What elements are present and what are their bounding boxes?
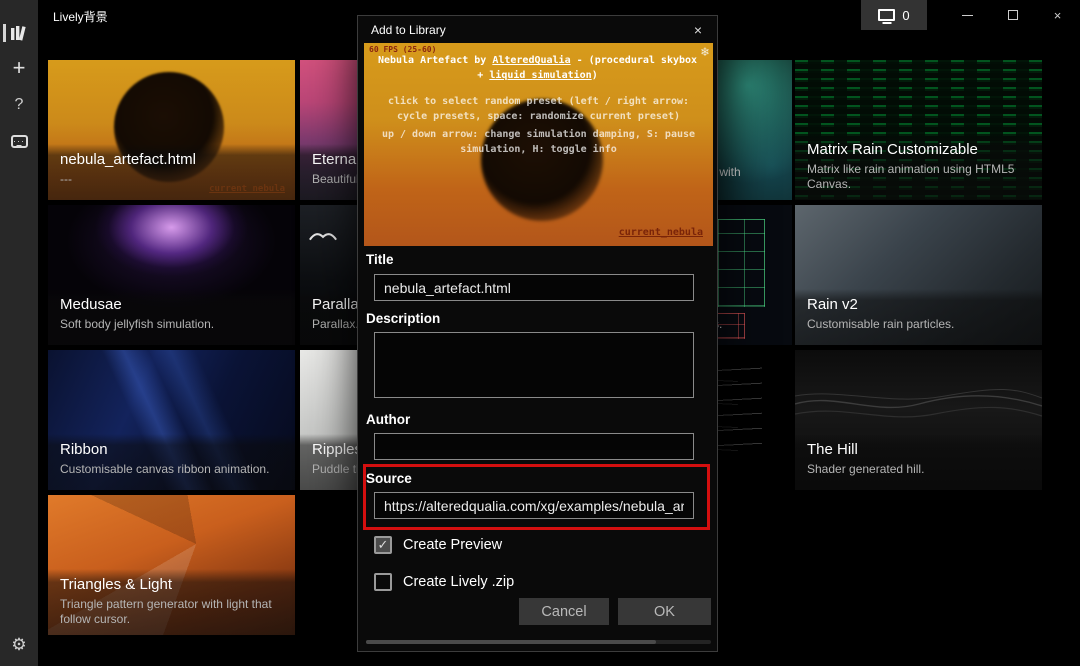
dialog-title: Add to Library [371,23,446,37]
display-selector-button[interactable]: 0 [861,0,927,30]
sidebar-item-settings[interactable]: ⚙ [0,630,38,660]
bird-icon [308,227,338,243]
tile-title: nebula_artefact.html [60,151,283,168]
wallpaper-tile-the-hill[interactable]: The Hill Shader generated hill. [795,350,1042,490]
fps-counter: 60 FPS (25-60) [369,45,436,54]
add-to-library-dialog: Add to Library × 60 FPS (25-60) ❄ Nebula… [357,15,718,652]
close-window-button[interactable]: × [1035,0,1080,30]
horizontal-scrollbar-thumb[interactable] [366,640,656,644]
tile-caption: Medusae Soft body jellyfish simulation. [48,289,295,345]
alteredqualia-link[interactable]: AlteredQualia [492,55,570,66]
wallpaper-tile-matrix-rain[interactable]: Matrix Rain Customizable Matrix like rai… [795,60,1042,200]
tile-caption: Matrix Rain Customizable Matrix like rai… [795,134,1042,200]
close-icon: × [1054,8,1062,23]
library-icon [10,25,28,41]
tile-caption: Triangles & Light Triangle pattern gener… [48,569,295,635]
preview-watermark-link[interactable]: current_nebula [619,227,703,238]
create-preview-checkbox[interactable]: ✓ Create Preview [374,536,502,554]
help-icon: ? [15,96,24,114]
sidebar-item-add-wallpaper[interactable]: + [0,53,38,83]
tile-subtitle: Matrix like rain animation using HTML5 C… [807,162,1030,192]
gear-icon: ⚙ [11,635,26,655]
tile-title: The Hill [807,441,1030,458]
dialog-close-button[interactable]: × [683,18,713,42]
tile-subtitle: Triangle pattern generator with light th… [60,597,283,627]
sidebar: + ? ··· ⚙ [0,0,38,666]
maximize-icon [1008,10,1018,20]
checkbox-label: Create Lively .zip [403,574,514,590]
tile-subtitle: Shader generated hill. [807,462,1030,477]
window-controls: 0 × [861,0,1080,30]
author-input[interactable] [374,433,694,460]
wallpaper-tile-ribbon[interactable]: Ribbon Customisable canvas ribbon animat… [48,350,295,490]
sidebar-item-library[interactable] [0,18,38,48]
ok-button[interactable]: OK [618,598,711,625]
monitor-icon [878,9,895,21]
tile-title: Triangles & Light [60,576,283,593]
preview-title-text: Nebula Artefact by AlteredQualia - (proc… [376,54,699,83]
wallpaper-tile-rain-v2[interactable]: Rain v2 Customisable rain particles. [795,205,1042,345]
maximize-button[interactable] [990,0,1035,30]
tile-caption: Ribbon Customisable canvas ribbon animat… [48,434,295,490]
app-title: Lively背景 [53,8,108,25]
create-lively-zip-checkbox[interactable]: Create Lively .zip [374,573,514,591]
sidebar-item-help[interactable]: ? [0,90,38,120]
cancel-button[interactable]: Cancel [519,598,609,625]
description-input[interactable] [374,332,694,398]
tile-caption: The Hill Shader generated hill. [795,434,1042,490]
tile-watermark: current_nebula [209,184,285,194]
checkbox-label: Create Preview [403,537,502,553]
checkbox-icon: ✓ [374,536,392,554]
author-field-label: Author [366,412,410,427]
title-field-label: Title [366,252,394,267]
tile-title: Rain v2 [807,296,1030,313]
app-window: Lively背景 0 × + ? ··· ⚙ [0,0,1080,666]
source-field-label: Source [366,471,412,486]
liquid-simulation-link[interactable]: liquid simulation [489,70,591,81]
tile-subtitle: Customisable rain particles. [807,317,1030,332]
hill-waves-graphic [795,370,1042,430]
check-icon: ✓ [378,537,389,553]
checkbox-icon [374,573,392,591]
sidebar-item-feedback[interactable]: ··· [0,126,38,156]
display-count: 0 [902,8,909,23]
close-icon: × [694,22,702,38]
wallpaper-tile-nebula-artefact[interactable]: nebula_artefact.html --- current_nebula [48,60,295,200]
horizontal-scrollbar-track[interactable] [366,640,711,644]
tile-title: Medusae [60,296,283,313]
wallpaper-tile-medusae[interactable]: Medusae Soft body jellyfish simulation. [48,205,295,345]
tile-title: Ribbon [60,441,283,458]
preview-help-line1: click to select random preset (left / ri… [378,95,699,124]
description-field-label: Description [366,311,440,326]
feedback-icon: ··· [11,135,28,148]
minimize-button[interactable] [945,0,990,30]
tile-title: Matrix Rain Customizable [807,141,1030,158]
tile-subtitle: Soft body jellyfish simulation. [60,317,283,332]
title-input[interactable] [374,274,694,301]
tile-caption: Rain v2 Customisable rain particles. [795,289,1042,345]
wallpaper-preview[interactable]: 60 FPS (25-60) ❄ Nebula Artefact by Alte… [364,43,713,246]
minimize-icon [962,15,973,16]
tile-subtitle: Customisable canvas ribbon animation. [60,462,283,477]
snowflake-icon: ❄ [701,45,709,60]
preview-help-line2: up / down arrow: change simulation dampi… [370,128,707,157]
plus-icon: + [13,55,26,81]
source-input[interactable] [374,492,694,519]
wallpaper-tile-triangles-light[interactable]: Triangles & Light Triangle pattern gener… [48,495,295,635]
